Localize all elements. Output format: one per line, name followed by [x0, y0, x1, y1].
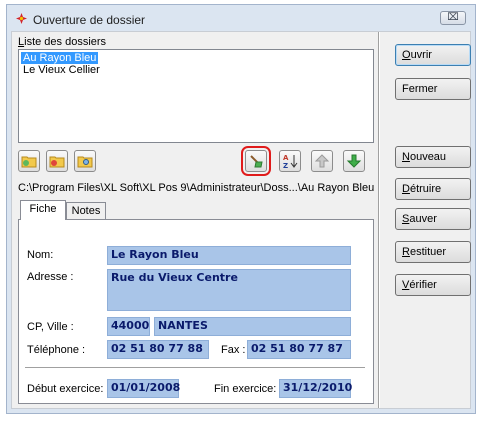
delete-mnemonic: D: [402, 183, 410, 195]
fiche-panel: Nom: Le Rayon Bleu Adresse : Rue du Vieu…: [18, 219, 374, 404]
arrow-up-icon: [314, 154, 330, 168]
fax-label: Fax :: [221, 344, 246, 356]
phone-field[interactable]: 02 51 80 77 88: [107, 340, 209, 359]
fiche-divider: [25, 367, 365, 369]
close-button[interactable]: ⌧: [440, 11, 466, 25]
delete-button[interactable]: Détruire: [395, 178, 471, 200]
name-label: Nom:: [27, 249, 54, 261]
verify-label: érifier: [409, 279, 437, 291]
open-mnemonic: O: [402, 49, 411, 61]
close-dialog-button[interactable]: Fermer: [395, 78, 471, 100]
list-label: Liste des dossiers: [18, 36, 106, 48]
panel-divider: [378, 32, 380, 408]
sort-button[interactable]: A Z: [279, 150, 301, 172]
list-item[interactable]: Le Vieux Cellier: [21, 64, 102, 76]
start-fiscal-field[interactable]: 01/01/2008: [107, 379, 180, 398]
city-field[interactable]: NANTES: [154, 317, 351, 336]
name-field[interactable]: Le Rayon Bleu: [107, 246, 351, 265]
address-label: Adresse :: [27, 271, 74, 283]
search-folder-button[interactable]: [74, 150, 96, 172]
cp-city-label: CP, Ville :: [27, 321, 74, 333]
move-down-button[interactable]: [343, 150, 365, 172]
folder-search-icon: [77, 156, 93, 168]
app-icon: [16, 13, 27, 24]
new-mnemonic: N: [402, 151, 410, 163]
tab-fiche[interactable]: Fiche: [20, 200, 66, 220]
folder-list[interactable]: Au Rayon Bleu Le Vieux Cellier: [18, 49, 374, 143]
svg-text:A: A: [283, 154, 289, 162]
tab-notes[interactable]: Notes: [66, 202, 106, 220]
list-item[interactable]: Au Rayon Bleu: [21, 52, 99, 64]
left-panel: Liste des dossiers Au Rayon Bleu Le Vieu…: [12, 32, 378, 408]
restore-mnemonic: R: [402, 246, 410, 258]
window-title: Ouverture de dossier: [33, 13, 146, 27]
delete-label: étruire: [409, 183, 442, 195]
new-button[interactable]: Nouveau: [395, 146, 471, 168]
sort-az-icon: A Z: [283, 154, 298, 169]
save-button[interactable]: Sauver: [395, 208, 471, 230]
restore-label: estituer: [409, 246, 447, 258]
address-field[interactable]: Rue du Vieux Centre: [107, 269, 351, 311]
open-button[interactable]: Ouvrir: [395, 44, 471, 66]
remove-folder-button[interactable]: [46, 150, 68, 172]
open-label: uvrir: [410, 49, 432, 61]
move-up-button[interactable]: [311, 150, 333, 172]
add-folder-button[interactable]: [18, 150, 40, 172]
title-bar: Ouverture de dossier ⌧: [7, 5, 475, 31]
folder-add-icon: [21, 156, 37, 168]
verify-button[interactable]: Vérifier: [395, 274, 471, 296]
restore-button[interactable]: Restituer: [395, 241, 471, 263]
clean-button[interactable]: [241, 146, 271, 176]
postal-code-field[interactable]: 44000: [107, 317, 150, 336]
svg-text:Z: Z: [283, 162, 288, 169]
folder-path: C:\Program Files\XL Soft\XL Pos 9\Admini…: [18, 182, 374, 194]
new-label: ouveau: [409, 151, 447, 163]
end-fiscal-field[interactable]: 31/12/2010: [279, 379, 352, 398]
list-label-text: iste des dossiers: [24, 36, 107, 48]
end-fiscal-label: Fin exercice:: [214, 383, 277, 395]
save-label: auver: [409, 213, 437, 225]
start-fiscal-label: Début exercice:: [27, 383, 104, 395]
phone-label: Téléphone :: [27, 344, 86, 356]
folder-remove-icon: [49, 156, 65, 168]
fax-field[interactable]: 02 51 80 77 87: [247, 340, 351, 359]
arrow-down-icon: [346, 154, 362, 168]
open-folder-dialog: Ouverture de dossier ⌧ Liste des dossier…: [6, 4, 476, 414]
broom-icon: [250, 155, 263, 168]
close-icon: ⌧: [447, 12, 459, 23]
